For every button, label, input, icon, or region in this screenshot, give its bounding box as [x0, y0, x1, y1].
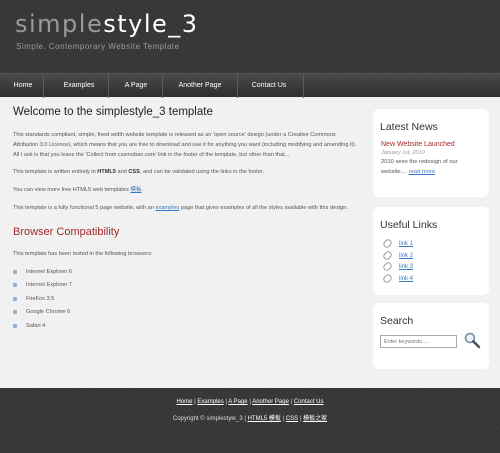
paperclip-icon	[381, 249, 394, 261]
css-bold: CSS	[128, 169, 140, 176]
news-date: January 1st, 2010	[381, 150, 425, 156]
templates-paragraph: You can view more free HTML5 web templat…	[13, 186, 358, 196]
text: You can view more free HTML5 web templat…	[13, 187, 131, 194]
footer: Home | Examples | A Page | Another Page …	[0, 388, 500, 453]
paperclip-icon	[381, 260, 394, 273]
footer-link-contact-us[interactable]: Contact Us	[294, 399, 324, 405]
paperclip-icon	[381, 272, 394, 284]
useful-link-1[interactable]: link 1	[399, 241, 413, 247]
footer-nav: Home | Examples | A Page | Another Page …	[176, 399, 324, 405]
links-panel: Useful Links link 1 link 2 link 3 link 4	[373, 207, 489, 295]
logo-part2: style_3	[103, 10, 199, 38]
list-item: link 2	[381, 249, 489, 263]
news-body: 2010 sees the redesign of our website...…	[381, 158, 481, 177]
footer-copyright: Copyright © simplestyle_3 | HTML5 模板 | C…	[0, 413, 500, 422]
site-logo[interactable]: simplestyle_3	[15, 10, 199, 38]
list-item: Internet Explorer 7	[13, 281, 358, 295]
links-heading: Useful Links	[380, 219, 438, 231]
paperclip-icon	[381, 237, 394, 250]
nav-divider	[162, 74, 163, 98]
section-intro: This template has been tested in the fol…	[13, 250, 153, 257]
browser-list: Internet Explorer 6 Internet Explorer 7 …	[13, 268, 358, 336]
useful-link-4[interactable]: link 4	[399, 276, 413, 282]
intro-paragraph: This standards compliant, simple, fixed …	[13, 132, 357, 158]
list-item: link 3	[381, 260, 489, 274]
text: This template is written entirely in	[13, 169, 98, 176]
page-title: Welcome to the simplestyle_3 template	[13, 106, 213, 118]
nav-divider	[43, 74, 44, 98]
read-more-link[interactable]: read more	[409, 169, 435, 175]
useful-link-3[interactable]: link 3	[399, 264, 413, 270]
css-link[interactable]: CSS	[286, 416, 298, 422]
template-home-link[interactable]: 模板之家	[303, 416, 327, 422]
header: simplestyle_3 Simple. Contemporary Websi…	[0, 0, 500, 73]
footer-link-another-page[interactable]: Another Page	[252, 399, 289, 405]
search-button[interactable]	[463, 331, 481, 349]
footer-link-home[interactable]: Home	[176, 399, 192, 405]
section-title: Browser Compatibility	[13, 225, 120, 238]
main-nav: Home Examples A Page Another Page Contac…	[0, 73, 500, 98]
list-item: Google Chrome 6	[13, 308, 358, 322]
text: page that gives examples of all the styl…	[179, 204, 348, 211]
nav-divider	[108, 74, 109, 98]
nav-item-a-page[interactable]: A Page	[114, 74, 158, 98]
copyright-text: Copyright © simplestyle_3 |	[172, 416, 248, 422]
html5-paragraph: This template is written entirely in HTM…	[13, 168, 358, 178]
list-item: Internet Explorer 6	[13, 268, 358, 282]
text: .	[141, 187, 144, 194]
news-title: New Website Launched	[381, 141, 455, 148]
nav-item-examples[interactable]: Examples	[52, 74, 106, 98]
html5-templates-link[interactable]: HTML5 模板	[248, 416, 281, 422]
list-item: link 1	[381, 237, 489, 251]
search-input[interactable]	[380, 335, 457, 348]
list-item: Safari 4	[13, 322, 358, 336]
search-heading: Search	[380, 315, 414, 327]
news-panel: Latest News New Website Launched January…	[373, 109, 489, 197]
search-icon	[464, 332, 481, 349]
list-item: FireFox 3.5	[13, 295, 358, 309]
site-slogan: Simple. Contemporary Website Template	[16, 42, 180, 51]
nav-item-contact-us[interactable]: Contact Us	[242, 74, 296, 98]
footer-link-a-page[interactable]: A Page	[228, 399, 247, 405]
news-heading: Latest News	[380, 121, 438, 133]
nav-item-home[interactable]: Home	[6, 74, 40, 98]
useful-link-2[interactable]: link 2	[399, 253, 413, 259]
list-item: link 4	[381, 272, 489, 286]
nav-divider	[237, 74, 238, 98]
examples-link[interactable]: examples	[155, 205, 179, 211]
nav-item-another-page[interactable]: Another Page	[168, 74, 232, 98]
text: , and can be validated using the links i…	[139, 169, 264, 176]
nav-divider	[303, 74, 304, 98]
templates-link[interactable]: 模板	[130, 187, 141, 193]
text: This template is a fully functional 5 pa…	[13, 204, 156, 211]
footer-link-examples[interactable]: Examples	[197, 399, 223, 405]
html5-bold: HTML5	[97, 169, 116, 176]
search-panel: Search	[373, 303, 489, 369]
examples-paragraph: This template is a fully functional 5 pa…	[13, 204, 358, 214]
main-content: Welcome to the simplestyle_3 template Th…	[13, 106, 358, 335]
text: and	[115, 169, 129, 176]
links-list: link 1 link 2 link 3 link 4	[381, 237, 489, 286]
logo-part1: simple	[15, 10, 104, 38]
